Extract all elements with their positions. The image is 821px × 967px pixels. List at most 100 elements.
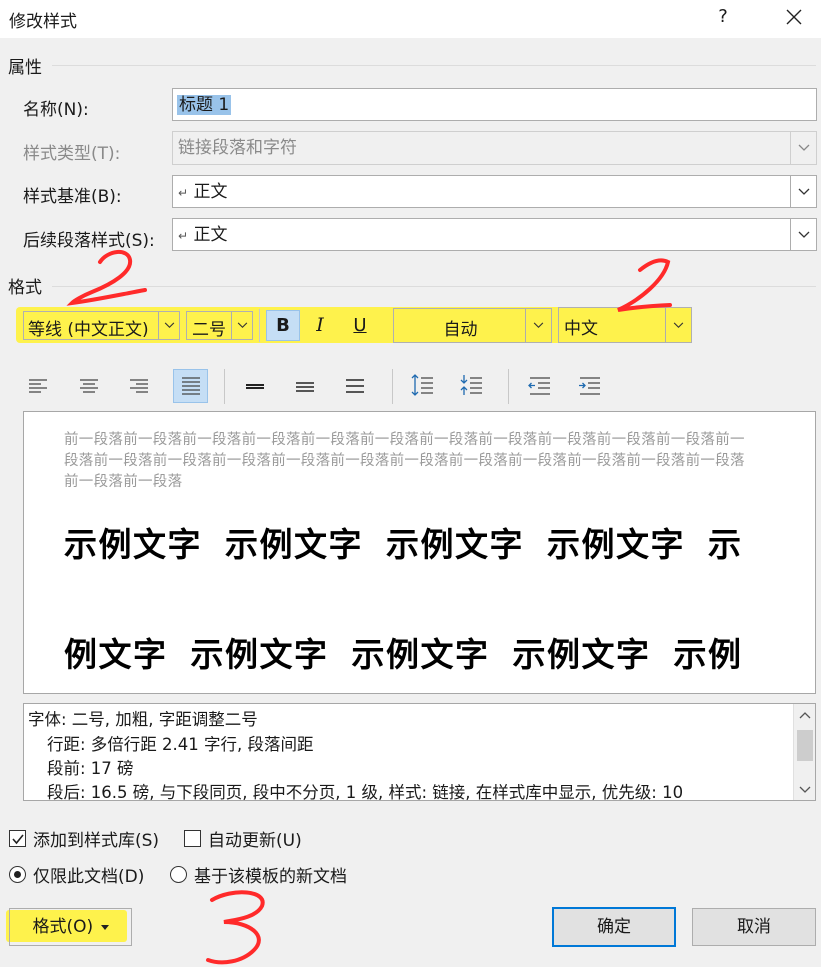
paragraph-mark-icon: ↵ — [178, 186, 189, 200]
font-dropdown-button[interactable] — [158, 312, 179, 339]
close-icon — [786, 9, 802, 25]
add-to-gallery-checkbox[interactable] — [9, 830, 26, 847]
cancel-button[interactable]: 取消 — [692, 908, 816, 946]
scroll-up-icon[interactable] — [799, 711, 811, 719]
scroll-thumb[interactable] — [797, 730, 813, 761]
style-description: 字体: 二号, 加粗, 字距调整二号 行距: 多倍行距 2.41 字行, 段落间… — [23, 703, 816, 801]
based-on-value: 正文 — [193, 182, 228, 202]
font-color-select[interactable]: 自动 — [393, 308, 552, 343]
style-type-dropdown-button — [790, 132, 816, 164]
chevron-down-icon — [533, 322, 544, 329]
new-documents-label: 基于该模板的新文档 — [194, 867, 347, 887]
description-line: 字体: 二号, 加粗, 字距调整二号 — [28, 710, 258, 729]
decrease-indent-button[interactable] — [525, 371, 555, 401]
checkmark-icon — [12, 834, 24, 845]
section-properties: 属性 — [8, 58, 42, 78]
description-line: 行距: 多倍行距 2.41 字行, 段落间距 — [47, 735, 314, 754]
increase-paragraph-spacing-button[interactable] — [407, 370, 437, 400]
add-to-gallery-option[interactable]: 添加到样式库(S) — [9, 826, 159, 851]
double-spacing-button[interactable] — [340, 371, 370, 401]
spacing-increase-icon — [411, 374, 433, 396]
chevron-down-icon — [237, 322, 247, 329]
name-value: 标题 1 — [177, 95, 232, 115]
close-button[interactable] — [776, 4, 812, 32]
based-on-label: 样式基准(B): — [23, 187, 122, 207]
divider — [508, 369, 509, 404]
new-documents-option[interactable]: 基于该模板的新文档 — [170, 862, 347, 887]
caret-down-icon — [100, 924, 109, 930]
bold-button[interactable]: B — [266, 310, 300, 341]
window-title: 修改样式 — [9, 12, 77, 32]
size-dropdown-button[interactable] — [231, 312, 252, 339]
indent-icon — [579, 377, 600, 395]
chevron-down-icon — [798, 231, 809, 238]
next-style-dropdown-button[interactable] — [790, 219, 816, 250]
this-document-radio[interactable] — [9, 866, 26, 883]
decrease-paragraph-spacing-button[interactable] — [456, 370, 486, 400]
based-on-dropdown-button[interactable] — [790, 176, 816, 207]
line-spacing-single-icon — [246, 384, 264, 389]
next-style-value: 正文 — [193, 225, 228, 245]
previous-paragraph-preview: 前一段落前一段落前一段落前一段落前一段落前一段落前一段落前一段落前一段落前一段落… — [64, 432, 745, 490]
chevron-down-icon — [798, 188, 809, 195]
increase-indent-button[interactable] — [575, 371, 605, 401]
next-style-label: 后续段落样式(S): — [23, 231, 155, 251]
style-type-value: 链接段落和字符 — [178, 138, 297, 158]
single-spacing-button[interactable] — [240, 371, 270, 401]
title-bar: 修改样式 ? — [0, 0, 821, 38]
size-select[interactable]: 二号 — [186, 311, 253, 340]
italic-icon: I — [316, 314, 324, 336]
script-select[interactable]: 中文 — [558, 307, 692, 343]
description-scrollbar[interactable] — [793, 704, 815, 800]
scroll-down-icon[interactable] — [799, 786, 811, 794]
divider — [224, 369, 225, 404]
sample-text-line-2: 例文字 示例文字 示例文字 示例文字 示例 — [64, 635, 743, 674]
justify-icon — [181, 377, 200, 395]
font-color-dropdown-button[interactable] — [525, 309, 551, 342]
name-label: 名称(N): — [23, 100, 89, 120]
new-documents-radio[interactable] — [170, 866, 187, 883]
description-line: 段后: 16.5 磅, 与下段同页, 段中不分页, 1 级, 样式: 链接, 在… — [47, 783, 684, 801]
radio-dot — [14, 871, 21, 878]
script-value: 中文 — [564, 319, 598, 339]
name-input[interactable]: 标题 1 — [172, 88, 817, 121]
underline-button[interactable]: U — [345, 310, 375, 340]
auto-update-checkbox[interactable] — [184, 830, 201, 847]
auto-update-option[interactable]: 自动更新(U) — [184, 826, 302, 851]
font-select[interactable]: 等线 (中文正文) — [23, 311, 180, 340]
line-spacing-double-icon — [346, 379, 364, 393]
description-line: 段前: 17 磅 — [47, 759, 134, 778]
align-center-button[interactable] — [74, 371, 104, 401]
chevron-down-icon — [673, 321, 684, 328]
align-center-icon — [80, 379, 98, 393]
align-left-button[interactable] — [23, 371, 53, 401]
chevron-down-icon — [164, 322, 174, 329]
section-format: 格式 — [8, 278, 42, 298]
script-dropdown-button[interactable] — [665, 308, 691, 342]
align-right-button[interactable] — [124, 371, 154, 401]
paragraph-mark-icon: ↵ — [178, 229, 189, 243]
align-left-icon — [29, 379, 47, 393]
format-button-label: 格式(O) — [32, 917, 94, 937]
based-on-select[interactable]: ↵ 正文 — [172, 175, 817, 208]
bold-icon: B — [276, 315, 290, 336]
auto-update-label: 自动更新(U) — [208, 831, 302, 851]
underline-icon: U — [353, 314, 367, 336]
help-button[interactable]: ? — [708, 6, 738, 32]
format-menu-button[interactable]: 格式(O) — [9, 908, 132, 946]
align-right-icon — [130, 379, 148, 393]
chevron-down-icon — [798, 144, 809, 151]
line-spacing-one-half-icon — [296, 382, 314, 392]
justify-button[interactable] — [173, 369, 208, 403]
divider — [52, 286, 816, 287]
one-half-spacing-button[interactable] — [290, 371, 320, 401]
sample-text-line-1: 示例文字 示例文字 示例文字 示例文字 示 — [64, 525, 743, 564]
italic-button[interactable]: I — [305, 310, 335, 340]
spacing-decrease-icon — [460, 375, 482, 395]
this-document-label: 仅限此文档(D) — [33, 867, 145, 887]
outdent-icon — [528, 377, 550, 395]
ok-button[interactable]: 确定 — [552, 907, 676, 947]
add-to-gallery-label: 添加到样式库(S) — [33, 831, 160, 851]
this-document-option[interactable]: 仅限此文档(D) — [9, 862, 144, 887]
next-style-select[interactable]: ↵ 正文 — [172, 218, 817, 251]
